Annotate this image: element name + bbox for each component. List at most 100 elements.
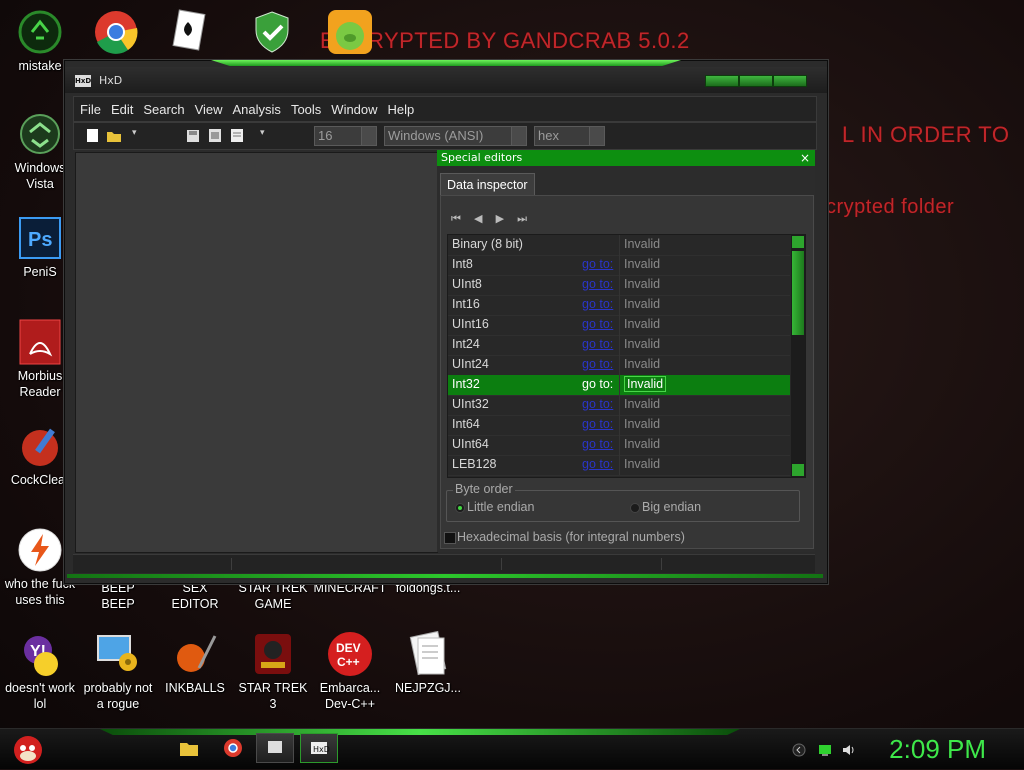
goto-link[interactable]: go to: <box>582 397 613 411</box>
volume-icon[interactable] <box>842 742 856 756</box>
goto-link[interactable]: go to: <box>582 357 613 371</box>
open-disk-icon[interactable] <box>186 128 200 143</box>
tray-chevron-icon[interactable] <box>792 742 806 757</box>
inspector-value[interactable]: Invalid <box>624 237 660 251</box>
maximize-button[interactable] <box>739 75 773 87</box>
last-icon[interactable]: ⏭ <box>517 212 527 226</box>
inspector-row[interactable]: UInt24 go to: Invalid <box>448 355 790 376</box>
first-icon[interactable]: ⏮ <box>451 212 461 226</box>
desktop-icon-rogue[interactable]: probably not a rogue <box>78 630 158 712</box>
inspector-value[interactable]: Invalid <box>624 397 660 411</box>
scroll-down-icon[interactable] <box>792 464 804 476</box>
inspector-row[interactable]: Int32 go to: Invalid <box>448 375 790 396</box>
recycle-bin-icon <box>16 110 64 158</box>
inspector-value[interactable]: Invalid <box>624 337 660 351</box>
menu-edit[interactable]: Edit <box>105 97 137 117</box>
panel-close-icon[interactable]: × <box>800 150 810 166</box>
desktop-icon-star-trek-3[interactable]: STAR TREK 3 <box>233 630 313 712</box>
inspector-row[interactable]: UInt32 go to: Invalid <box>448 395 790 416</box>
yahoo-messenger-icon: Y! <box>16 630 64 678</box>
inspector-type-label: Int32 <box>452 377 480 391</box>
title-bar[interactable]: HxD HxD <box>65 67 827 93</box>
inspector-type-label: UInt24 <box>452 357 489 371</box>
desktop-icon-security[interactable] <box>234 8 310 56</box>
inspector-value[interactable]: Invalid <box>624 357 660 371</box>
goto-link[interactable]: go to: <box>582 277 613 291</box>
desktop-icon-solitaire[interactable] <box>150 8 226 56</box>
inspector-value[interactable]: Invalid <box>624 457 660 471</box>
inspector-row[interactable]: Int64 go to: Invalid <box>448 415 790 436</box>
inspector-value[interactable]: Invalid <box>624 317 660 331</box>
inspector-type-label: UInt32 <box>452 397 489 411</box>
menu-analysis[interactable]: Analysis <box>227 97 285 117</box>
hex-editor-area[interactable] <box>75 152 438 553</box>
inspector-row[interactable]: UInt16 go to: Invalid <box>448 315 790 336</box>
desktop-icon-yahoo[interactable]: Y! doesn't work lol <box>0 630 80 712</box>
open-ram-icon[interactable] <box>208 128 222 143</box>
menu-help[interactable]: Help <box>382 97 419 117</box>
new-file-icon[interactable] <box>86 128 100 143</box>
goto-link[interactable]: go to: <box>582 337 613 351</box>
inspector-row[interactable]: Binary (8 bit) Invalid <box>448 235 790 256</box>
hxd-window[interactable]: HxD HxD File Edit Search View Analysis T… <box>64 60 828 584</box>
goto-link[interactable]: go to: <box>582 437 613 451</box>
scroll-up-icon[interactable] <box>792 236 804 248</box>
bytes-per-row-select[interactable]: 16 <box>314 126 377 146</box>
menu-file[interactable]: File <box>74 97 105 117</box>
desktop-icon-inkballs[interactable]: INKBALLS <box>155 630 235 696</box>
scroll-thumb[interactable] <box>792 251 804 335</box>
inspector-row[interactable]: UInt8 go to: Invalid <box>448 275 790 296</box>
menu-tools[interactable]: Tools <box>285 97 325 117</box>
byte-order-title: Byte order <box>453 482 515 496</box>
inspector-row[interactable]: UInt64 go to: Invalid <box>448 435 790 456</box>
close-button[interactable] <box>773 75 807 87</box>
pdf-reader-icon <box>16 318 64 366</box>
minimize-button[interactable] <box>705 75 739 87</box>
big-endian-radio[interactable]: Big endian <box>630 500 701 514</box>
goto-link[interactable]: go to: <box>582 257 613 271</box>
inspector-scrollbar[interactable] <box>791 235 805 477</box>
taskbar-window-icon[interactable] <box>256 733 294 763</box>
taskbar-chrome-icon[interactable] <box>222 737 244 759</box>
save-icon[interactable] <box>230 128 244 143</box>
menu-view[interactable]: View <box>189 97 227 117</box>
start-button[interactable] <box>10 730 44 766</box>
desktop-icon-nejpzgj[interactable]: NEJPZGJ... <box>388 630 468 696</box>
inspector-row[interactable]: LEB128 go to: Invalid <box>448 455 790 476</box>
inspector-row[interactable]: Int24 go to: Invalid <box>448 335 790 356</box>
desktop-icon-dev-cpp[interactable]: DEV C++ Embarca... Dev-C++ <box>310 630 390 712</box>
inspector-value[interactable]: Invalid <box>624 376 667 392</box>
offset-base-select[interactable]: hex <box>534 126 605 146</box>
inspector-value[interactable]: Invalid <box>624 417 660 431</box>
goto-link[interactable]: go to: <box>582 317 613 331</box>
open-dropdown-chevron-icon[interactable]: ▾ <box>132 128 146 143</box>
menu-search[interactable]: Search <box>137 97 188 117</box>
inspector-row[interactable]: Int8 go to: Invalid <box>448 255 790 276</box>
tab-data-inspector[interactable]: Data inspector <box>440 173 535 196</box>
goto-link[interactable]: go to: <box>582 297 613 311</box>
menu-window[interactable]: Window <box>325 97 381 117</box>
taskbar-hxd-icon[interactable]: HxD <box>300 733 338 763</box>
taskbar-clock[interactable]: 2:09 PM <box>889 734 986 765</box>
goto-link[interactable]: go to: <box>582 457 613 471</box>
inspector-value[interactable]: Invalid <box>624 257 660 271</box>
save-dropdown-chevron-icon[interactable]: ▾ <box>260 128 274 143</box>
inspector-type-label: Int64 <box>452 417 480 431</box>
inspector-value[interactable]: Invalid <box>624 297 660 311</box>
open-folder-icon[interactable] <box>106 128 121 143</box>
next-icon[interactable]: ▶ <box>496 212 504 225</box>
inspector-value[interactable]: Invalid <box>624 437 660 451</box>
network-icon[interactable] <box>818 742 832 756</box>
desktop-icon-chrome[interactable] <box>78 8 154 56</box>
svg-text:DEV: DEV <box>336 641 361 655</box>
hex-basis-checkbox[interactable]: Hexadecimal basis (for integral numbers) <box>444 530 685 544</box>
inspector-value[interactable]: Invalid <box>624 277 660 291</box>
previous-icon[interactable]: ◀ <box>474 212 482 225</box>
goto-link[interactable]: go to: <box>582 417 613 431</box>
desktop-icon-bad-piggies[interactable] <box>312 8 388 56</box>
taskbar-explorer-icon[interactable] <box>178 737 200 759</box>
charset-select[interactable]: Windows (ANSI) <box>384 126 527 146</box>
little-endian-radio[interactable]: Little endian <box>455 500 534 514</box>
goto-link[interactable]: go to: <box>582 377 613 391</box>
inspector-row[interactable]: Int16 go to: Invalid <box>448 295 790 316</box>
